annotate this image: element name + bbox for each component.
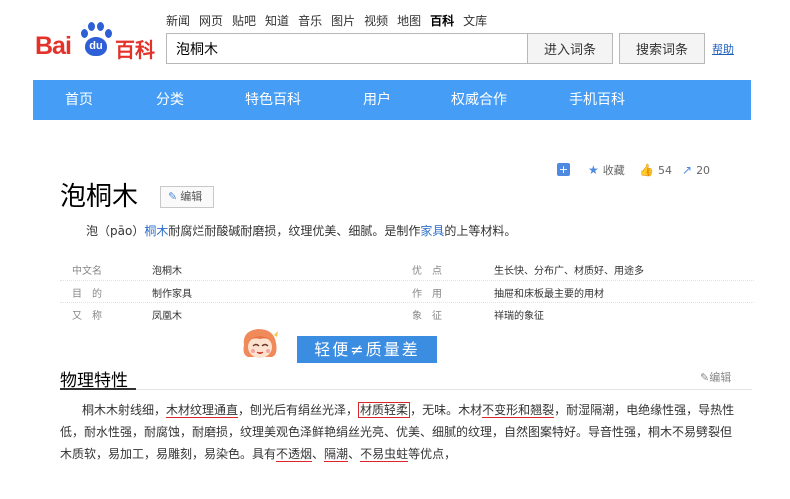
search-input[interactable] bbox=[166, 33, 528, 64]
logo-baike-text: 百科 bbox=[115, 38, 155, 62]
highlight-underline: 木材纹理通直 bbox=[166, 403, 239, 418]
cartoon-girl-icon bbox=[243, 329, 278, 358]
nav-mobile[interactable]: 手机百科 bbox=[569, 80, 625, 120]
top-nav-tieba[interactable]: 贴吧 bbox=[232, 12, 256, 29]
top-nav-baike[interactable]: 百科 bbox=[430, 12, 454, 29]
enter-entry-button[interactable]: 进入词条 bbox=[527, 33, 613, 64]
nav-partners[interactable]: 权威合作 bbox=[451, 80, 507, 120]
pencil-icon: ✎ bbox=[700, 371, 710, 384]
section-paragraph: 桐木木射线细，木材纹理通直，刨光后有绢丝光泽， 材质轻柔 ，无味。木材不变形和翘裂，… bbox=[60, 399, 752, 465]
thumbs-up-icon: 👍 bbox=[639, 163, 654, 177]
nav-category[interactable]: 分类 bbox=[156, 80, 184, 120]
baidu-baike-logo[interactable]: Bai du 百科 bbox=[35, 22, 157, 66]
link-tongmu[interactable]: 桐木 bbox=[144, 224, 168, 238]
text: 木质软，易加工，易雕刻，易染色。具有 bbox=[60, 447, 277, 461]
text: 桐木木射线细， bbox=[82, 403, 167, 417]
add-icon[interactable]: + bbox=[557, 163, 570, 176]
link-furniture[interactable]: 家具 bbox=[420, 224, 444, 238]
star-icon: ★ bbox=[588, 163, 599, 177]
summary-text: 泡（pāo） bbox=[86, 224, 145, 238]
nav-home[interactable]: 首页 bbox=[65, 80, 93, 120]
entry-summary: 泡（pāo）桐木耐腐烂耐酸碱耐磨损，纹理优美、细腻。是制作家具的上等材料。 bbox=[86, 222, 516, 239]
summary-text: 耐腐烂耐酸碱耐磨损，纹理优美、细腻。是制作 bbox=[168, 224, 421, 238]
edit-label: 编辑 bbox=[180, 190, 203, 203]
basic-info-table: 中文名 泡桐木 优 点 生长快、分布广、材质好、用途多 目 的 制作家具 作 用… bbox=[60, 258, 754, 324]
info-row: 中文名 泡桐木 优 点 生长快、分布广、材质好、用途多 bbox=[60, 258, 754, 280]
main-nav: 首页 分类 特色百科 用户 权威合作 手机百科 bbox=[33, 80, 751, 120]
top-nav-web[interactable]: 网页 bbox=[199, 12, 223, 29]
highlight-underline: 不变形和翘裂 bbox=[482, 403, 555, 418]
top-nav-video[interactable]: 视频 bbox=[364, 12, 388, 29]
section-edit-label: 编辑 bbox=[709, 371, 732, 384]
info-key: 优 点 bbox=[412, 266, 442, 277]
slogan-banner: 轻便≠质量差 bbox=[297, 336, 437, 363]
top-nav-map[interactable]: 地图 bbox=[397, 12, 421, 29]
top-nav-music[interactable]: 音乐 bbox=[298, 12, 322, 29]
share-count: 20 bbox=[696, 163, 711, 177]
share-button[interactable]: ↗ 20 bbox=[682, 162, 710, 178]
info-row: 又 称 凤凰木 象 征 祥瑞的象征 bbox=[60, 302, 754, 324]
entry-title: 泡桐木 bbox=[60, 182, 139, 212]
highlight-underline: 不易虫蛀 bbox=[360, 447, 409, 462]
info-value: 祥瑞的象征 bbox=[494, 311, 544, 322]
text: 、 bbox=[348, 447, 361, 461]
paragraph-line: 桐木木射线细，木材纹理通直，刨光后有绢丝光泽， 材质轻柔 ，无味。木材不变形和翘裂，… bbox=[60, 399, 752, 421]
section-divider bbox=[60, 388, 752, 390]
logo-du-text: du bbox=[89, 40, 103, 52]
text: 等优点， bbox=[408, 447, 457, 461]
logo-bai-text: Bai bbox=[35, 32, 72, 60]
highlight-underline: 不透烟 bbox=[276, 447, 313, 462]
like-count: 54 bbox=[657, 163, 672, 177]
nav-users[interactable]: 用户 bbox=[363, 80, 391, 120]
highlight-box: 材质轻柔 bbox=[358, 402, 411, 418]
info-value: 抽屉和床板最主要的用材 bbox=[494, 289, 604, 300]
top-nav: 新闻 网页 贴吧 知道 音乐 图片 视频 地图 百科 文库 bbox=[166, 12, 487, 29]
top-nav-news[interactable]: 新闻 bbox=[166, 12, 190, 29]
top-nav-images[interactable]: 图片 bbox=[331, 12, 355, 29]
info-key: 象 征 bbox=[412, 311, 442, 322]
like-button[interactable]: 👍 54 bbox=[639, 162, 672, 178]
favorite-label: 收藏 bbox=[602, 164, 625, 177]
paragraph-line: 低，耐水性强，耐腐蚀，耐磨损，纹理美观色泽鲜艳绢丝光亮、优美、细腻的纹理，自然图… bbox=[60, 425, 733, 439]
info-value: 泡桐木 bbox=[152, 266, 182, 277]
text: ，无味。木材 bbox=[410, 403, 483, 417]
paragraph-line: 木质软，易加工，易雕刻，易染色。具有不透烟、隔潮、不易虫蛀等优点， bbox=[60, 443, 752, 465]
info-key: 目 的 bbox=[72, 289, 102, 300]
info-row: 目 的 制作家具 作 用 抽屉和床板最主要的用材 bbox=[60, 280, 754, 302]
share-icon: ↗ bbox=[682, 163, 693, 177]
info-key: 又 称 bbox=[72, 311, 102, 322]
search-entry-button[interactable]: 搜索词条 bbox=[619, 33, 705, 64]
pencil-icon: ✎ bbox=[168, 190, 178, 203]
favorite-button[interactable]: ★ 收藏 bbox=[588, 162, 625, 178]
paw-icon: du bbox=[79, 22, 113, 58]
help-link[interactable]: 帮助 bbox=[712, 41, 734, 57]
highlight-underline: 隔潮 bbox=[324, 447, 349, 462]
info-key: 中文名 bbox=[72, 266, 102, 277]
text: ，耐湿隔潮，电绝缘性强，导热性 bbox=[554, 403, 735, 417]
info-value: 生长快、分布广、材质好、用途多 bbox=[494, 266, 644, 277]
info-key: 作 用 bbox=[412, 289, 442, 300]
nav-featured[interactable]: 特色百科 bbox=[245, 80, 301, 120]
section-edit-button[interactable]: ✎编辑 bbox=[700, 369, 731, 385]
text: ，刨光后有绢丝光泽， bbox=[238, 403, 359, 417]
edit-entry-button[interactable]: ✎ 编辑 bbox=[160, 186, 214, 208]
top-nav-zhidao[interactable]: 知道 bbox=[265, 12, 289, 29]
summary-text: 的上等材料。 bbox=[444, 224, 517, 238]
top-nav-wenku[interactable]: 文库 bbox=[463, 12, 487, 29]
text: 、 bbox=[312, 447, 325, 461]
info-value: 制作家具 bbox=[152, 289, 192, 300]
info-value: 凤凰木 bbox=[152, 311, 182, 322]
